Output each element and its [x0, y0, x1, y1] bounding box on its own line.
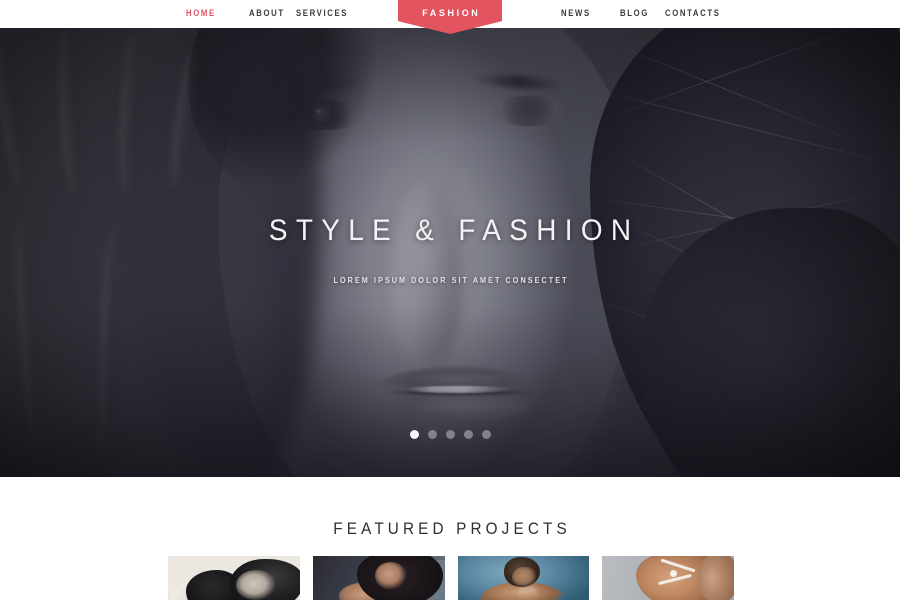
- project-thumb-4-image: [602, 556, 734, 600]
- project-thumb-1[interactable]: [168, 556, 300, 600]
- nav-item-about[interactable]: ABOUT: [249, 8, 285, 19]
- hero-slider-pagination: [0, 430, 900, 439]
- nav-item-news[interactable]: NEWS: [561, 8, 591, 19]
- slider-dot-4[interactable]: [463, 430, 473, 439]
- nav-item-home[interactable]: HOME: [186, 8, 216, 19]
- nav-item-contacts[interactable]: CONTACTS: [665, 8, 720, 19]
- slider-dot-3[interactable]: [445, 430, 455, 439]
- project-thumb-3[interactable]: [457, 556, 590, 600]
- project-thumb-2-image: [312, 556, 445, 600]
- project-thumb-3-image: [457, 556, 590, 600]
- hero-subtitle: LOREM IPSUM DOLOR SIT AMET CONSECTET: [333, 276, 569, 285]
- nav-item-services[interactable]: SERVICES: [296, 8, 348, 19]
- featured-projects-section: FEATURED PROJECTS: [0, 477, 900, 600]
- slider-dot-1[interactable]: [409, 430, 419, 439]
- slider-dot-5[interactable]: [481, 430, 491, 439]
- slider-dot-2[interactable]: [427, 430, 437, 439]
- hero-caption: STYLE & FASHION LOREM IPSUM DOLOR SIT AM…: [0, 213, 900, 286]
- nav-logo-label: FASHION: [422, 8, 481, 18]
- featured-projects-grid: [168, 556, 734, 600]
- hero-title: STYLE & FASHION: [268, 214, 640, 247]
- project-thumb-2[interactable]: [312, 556, 445, 600]
- nav-item-blog[interactable]: BLOG: [620, 8, 649, 19]
- featured-projects-heading: FEATURED PROJECTS: [333, 519, 571, 538]
- hero-slider: STYLE & FASHION LOREM IPSUM DOLOR SIT AM…: [0, 28, 900, 477]
- project-thumb-1-image: [168, 556, 300, 600]
- project-thumb-4[interactable]: [602, 556, 734, 600]
